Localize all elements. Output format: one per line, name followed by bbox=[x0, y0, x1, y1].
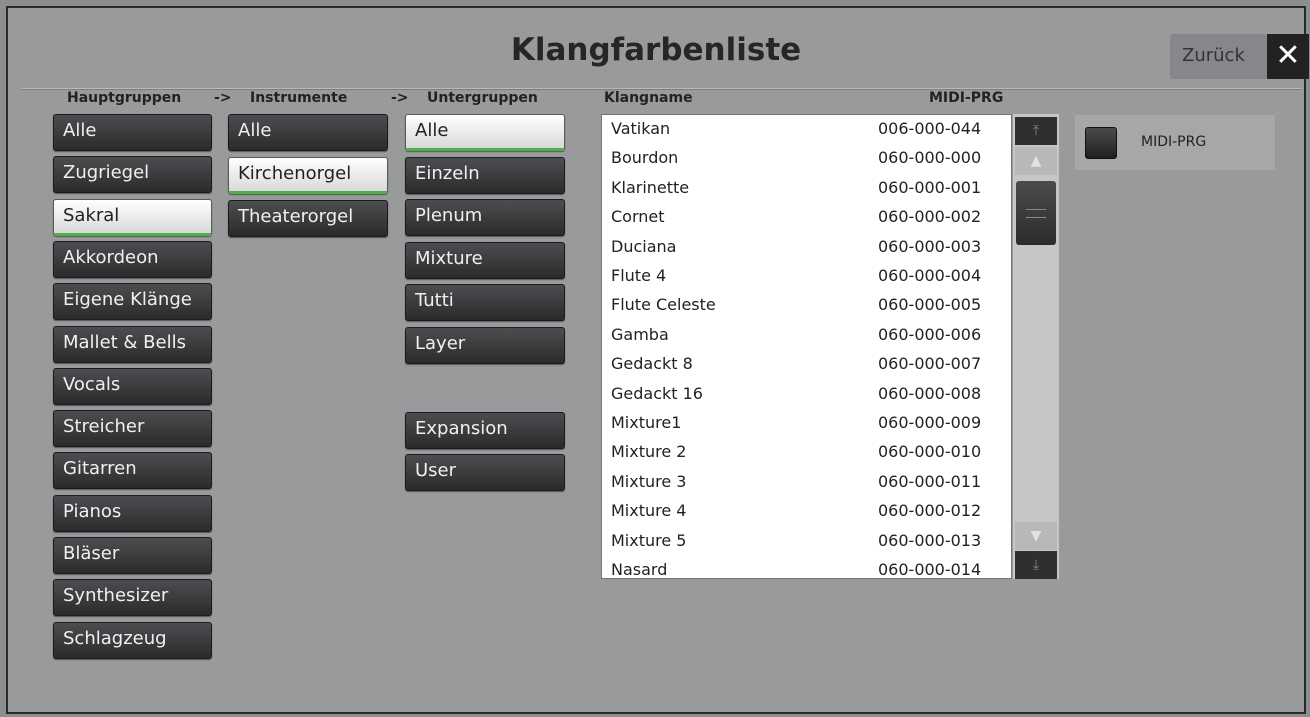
sound-row[interactable]: Gedackt 16 060-000-008 bbox=[602, 380, 1011, 409]
instrument-button-theaterorgel[interactable]: Theaterorgel bbox=[228, 200, 388, 237]
untergruppe-button-mixture[interactable]: Mixture bbox=[405, 241, 565, 279]
scroll-bottom-icon[interactable]: ⤓ bbox=[1015, 551, 1057, 579]
header-instrumente: Instrumente bbox=[250, 90, 348, 106]
hauptgruppe-button-pianos[interactable]: Pianos bbox=[53, 494, 212, 532]
hauptgruppe-button-synthesizer[interactable]: Synthesizer bbox=[53, 579, 212, 617]
sound-name: Mixture 3 bbox=[611, 471, 687, 491]
sound-name: Flute Celeste bbox=[611, 295, 716, 315]
sound-row[interactable]: Flute Celeste 060-000-005 bbox=[602, 291, 1011, 320]
sound-midi-prg: 060-000-009 bbox=[878, 413, 982, 432]
sound-row[interactable]: Duciana 060-000-003 bbox=[602, 233, 1011, 262]
scrollbar[interactable]: ⤒ ▲ ▼ ⤓ bbox=[1013, 114, 1059, 579]
sound-name: Mixture 4 bbox=[611, 501, 687, 521]
sound-row[interactable]: Mixture 3 060-000-011 bbox=[602, 468, 1011, 497]
hauptgruppe-button-alle[interactable]: Alle bbox=[53, 114, 212, 151]
header-arrow-1: -> bbox=[214, 90, 232, 106]
hauptgruppe-button-eigene-klänge[interactable]: Eigene Klänge bbox=[53, 283, 212, 321]
sound-name: Flute 4 bbox=[611, 266, 667, 285]
sound-row[interactable]: Cornet 060-000-002 bbox=[602, 203, 1011, 232]
hauptgruppe-button-mallet-bells[interactable]: Mallet & Bells bbox=[53, 325, 212, 363]
scroll-thumb[interactable] bbox=[1016, 181, 1056, 245]
untergruppe-button-plenum[interactable]: Plenum bbox=[405, 199, 565, 236]
header-hauptgruppen: Hauptgruppen bbox=[67, 90, 182, 106]
sound-midi-prg: 060-000-005 bbox=[878, 295, 982, 315]
back-button[interactable]: Zurück bbox=[1170, 34, 1267, 79]
untergruppe-button-einzeln[interactable]: Einzeln bbox=[405, 156, 565, 194]
hauptgruppe-button-akkordeon[interactable]: Akkordeon bbox=[53, 240, 212, 278]
group-button-user[interactable]: User bbox=[405, 454, 565, 491]
sound-name: Mixture1 bbox=[611, 413, 682, 432]
hauptgruppe-button-streicher[interactable]: Streicher bbox=[53, 410, 212, 448]
page-title: Klangfarbenliste bbox=[510, 32, 802, 68]
untergruppe-button-tutti[interactable]: Tutti bbox=[405, 284, 565, 321]
instrument-button-kirchenorgel[interactable]: Kirchenorgel bbox=[228, 157, 388, 194]
header-klangname: Klangname bbox=[604, 90, 693, 106]
sound-name: Cornet bbox=[611, 207, 665, 227]
header-midi-prg: MIDI-PRG bbox=[929, 90, 1004, 106]
sound-row[interactable]: Gedackt 8 060-000-007 bbox=[602, 350, 1011, 379]
sound-row[interactable]: Nasard 060-000-014 bbox=[602, 556, 1011, 579]
sound-name: Gedackt 16 bbox=[611, 383, 703, 403]
hauptgruppe-button-vocals[interactable]: Vocals bbox=[53, 367, 212, 405]
sound-midi-prg: 060-000-008 bbox=[878, 383, 982, 403]
midi-prg-toggle[interactable]: MIDI-PRG bbox=[1075, 115, 1275, 170]
sound-name: Mixture 5 bbox=[611, 530, 687, 550]
sound-midi-prg: 060-000-011 bbox=[878, 471, 982, 491]
sound-midi-prg: 060-000-014 bbox=[878, 560, 982, 579]
hauptgruppe-button-bläser[interactable]: Bläser bbox=[53, 537, 212, 574]
sound-row[interactable]: Klarinette 060-000-001 bbox=[602, 174, 1011, 203]
sound-midi-prg: 060-000-003 bbox=[878, 236, 982, 256]
sound-midi-prg: 060-000-010 bbox=[878, 442, 982, 462]
sound-midi-prg: 060-000-013 bbox=[878, 530, 982, 550]
sound-list[interactable]: Vatikan 006-000-044 Bourdon 060-000-000 Klar… bbox=[601, 114, 1012, 579]
sound-row[interactable]: Mixture 2 060-000-010 bbox=[602, 438, 1011, 467]
sound-midi-prg: 060-000-012 bbox=[878, 501, 982, 521]
hauptgruppe-button-gitarren[interactable]: Gitarren bbox=[53, 452, 212, 490]
hauptgruppe-button-zugriegel[interactable]: Zugriegel bbox=[53, 156, 212, 194]
header-arrow-2: -> bbox=[391, 90, 409, 106]
sound-row[interactable]: Bourdon 060-000-000 bbox=[602, 144, 1011, 173]
sound-midi-prg: 060-000-000 bbox=[878, 148, 982, 168]
untergruppe-button-layer[interactable]: Layer bbox=[405, 326, 565, 364]
sound-name: Gedackt 8 bbox=[611, 354, 693, 374]
sound-row[interactable]: Mixture1 060-000-009 bbox=[602, 409, 1011, 438]
scroll-top-icon[interactable]: ⤒ bbox=[1015, 117, 1057, 145]
scroll-up-icon[interactable]: ▲ bbox=[1015, 147, 1057, 175]
midi-prg-checkbox[interactable] bbox=[1085, 127, 1117, 159]
sound-midi-prg: 006-000-044 bbox=[878, 119, 982, 138]
sound-row[interactable]: Mixture 4 060-000-012 bbox=[602, 497, 1011, 526]
hauptgruppe-button-schlagzeug[interactable]: Schlagzeug bbox=[53, 621, 212, 659]
sound-row[interactable]: Vatikan 006-000-044 bbox=[602, 115, 1011, 144]
sound-name: Nasard bbox=[611, 560, 668, 579]
sound-name: Gamba bbox=[611, 324, 669, 344]
sound-name: Vatikan bbox=[611, 119, 671, 138]
group-button-expansion[interactable]: Expansion bbox=[405, 412, 565, 449]
sound-row[interactable]: Gamba 060-000-006 bbox=[602, 321, 1011, 350]
hauptgruppe-button-sakral[interactable]: Sakral bbox=[53, 198, 212, 236]
instrument-button-alle[interactable]: Alle bbox=[228, 114, 388, 151]
sound-row[interactable]: Flute 4 060-000-004 bbox=[602, 262, 1011, 291]
sound-row[interactable]: Mixture 5 060-000-013 bbox=[602, 527, 1011, 556]
scroll-down-icon[interactable]: ▼ bbox=[1015, 522, 1057, 550]
sound-midi-prg: 060-000-007 bbox=[878, 354, 982, 374]
header-untergruppen: Untergruppen bbox=[427, 90, 538, 106]
sound-name: Klarinette bbox=[611, 177, 690, 197]
sound-midi-prg: 060-000-004 bbox=[878, 266, 982, 285]
sound-name: Duciana bbox=[611, 236, 677, 256]
sound-name: Mixture 2 bbox=[611, 442, 687, 462]
sound-midi-prg: 060-000-006 bbox=[878, 324, 982, 344]
back-button-label: Zurück bbox=[1182, 45, 1245, 66]
sound-midi-prg: 060-000-002 bbox=[878, 207, 982, 227]
close-icon[interactable]: ✕ bbox=[1267, 34, 1309, 79]
sound-name: Bourdon bbox=[611, 148, 679, 168]
sound-midi-prg: 060-000-001 bbox=[878, 177, 982, 197]
untergruppe-button-alle[interactable]: Alle bbox=[405, 114, 565, 151]
midi-prg-label: MIDI-PRG bbox=[1141, 134, 1207, 150]
